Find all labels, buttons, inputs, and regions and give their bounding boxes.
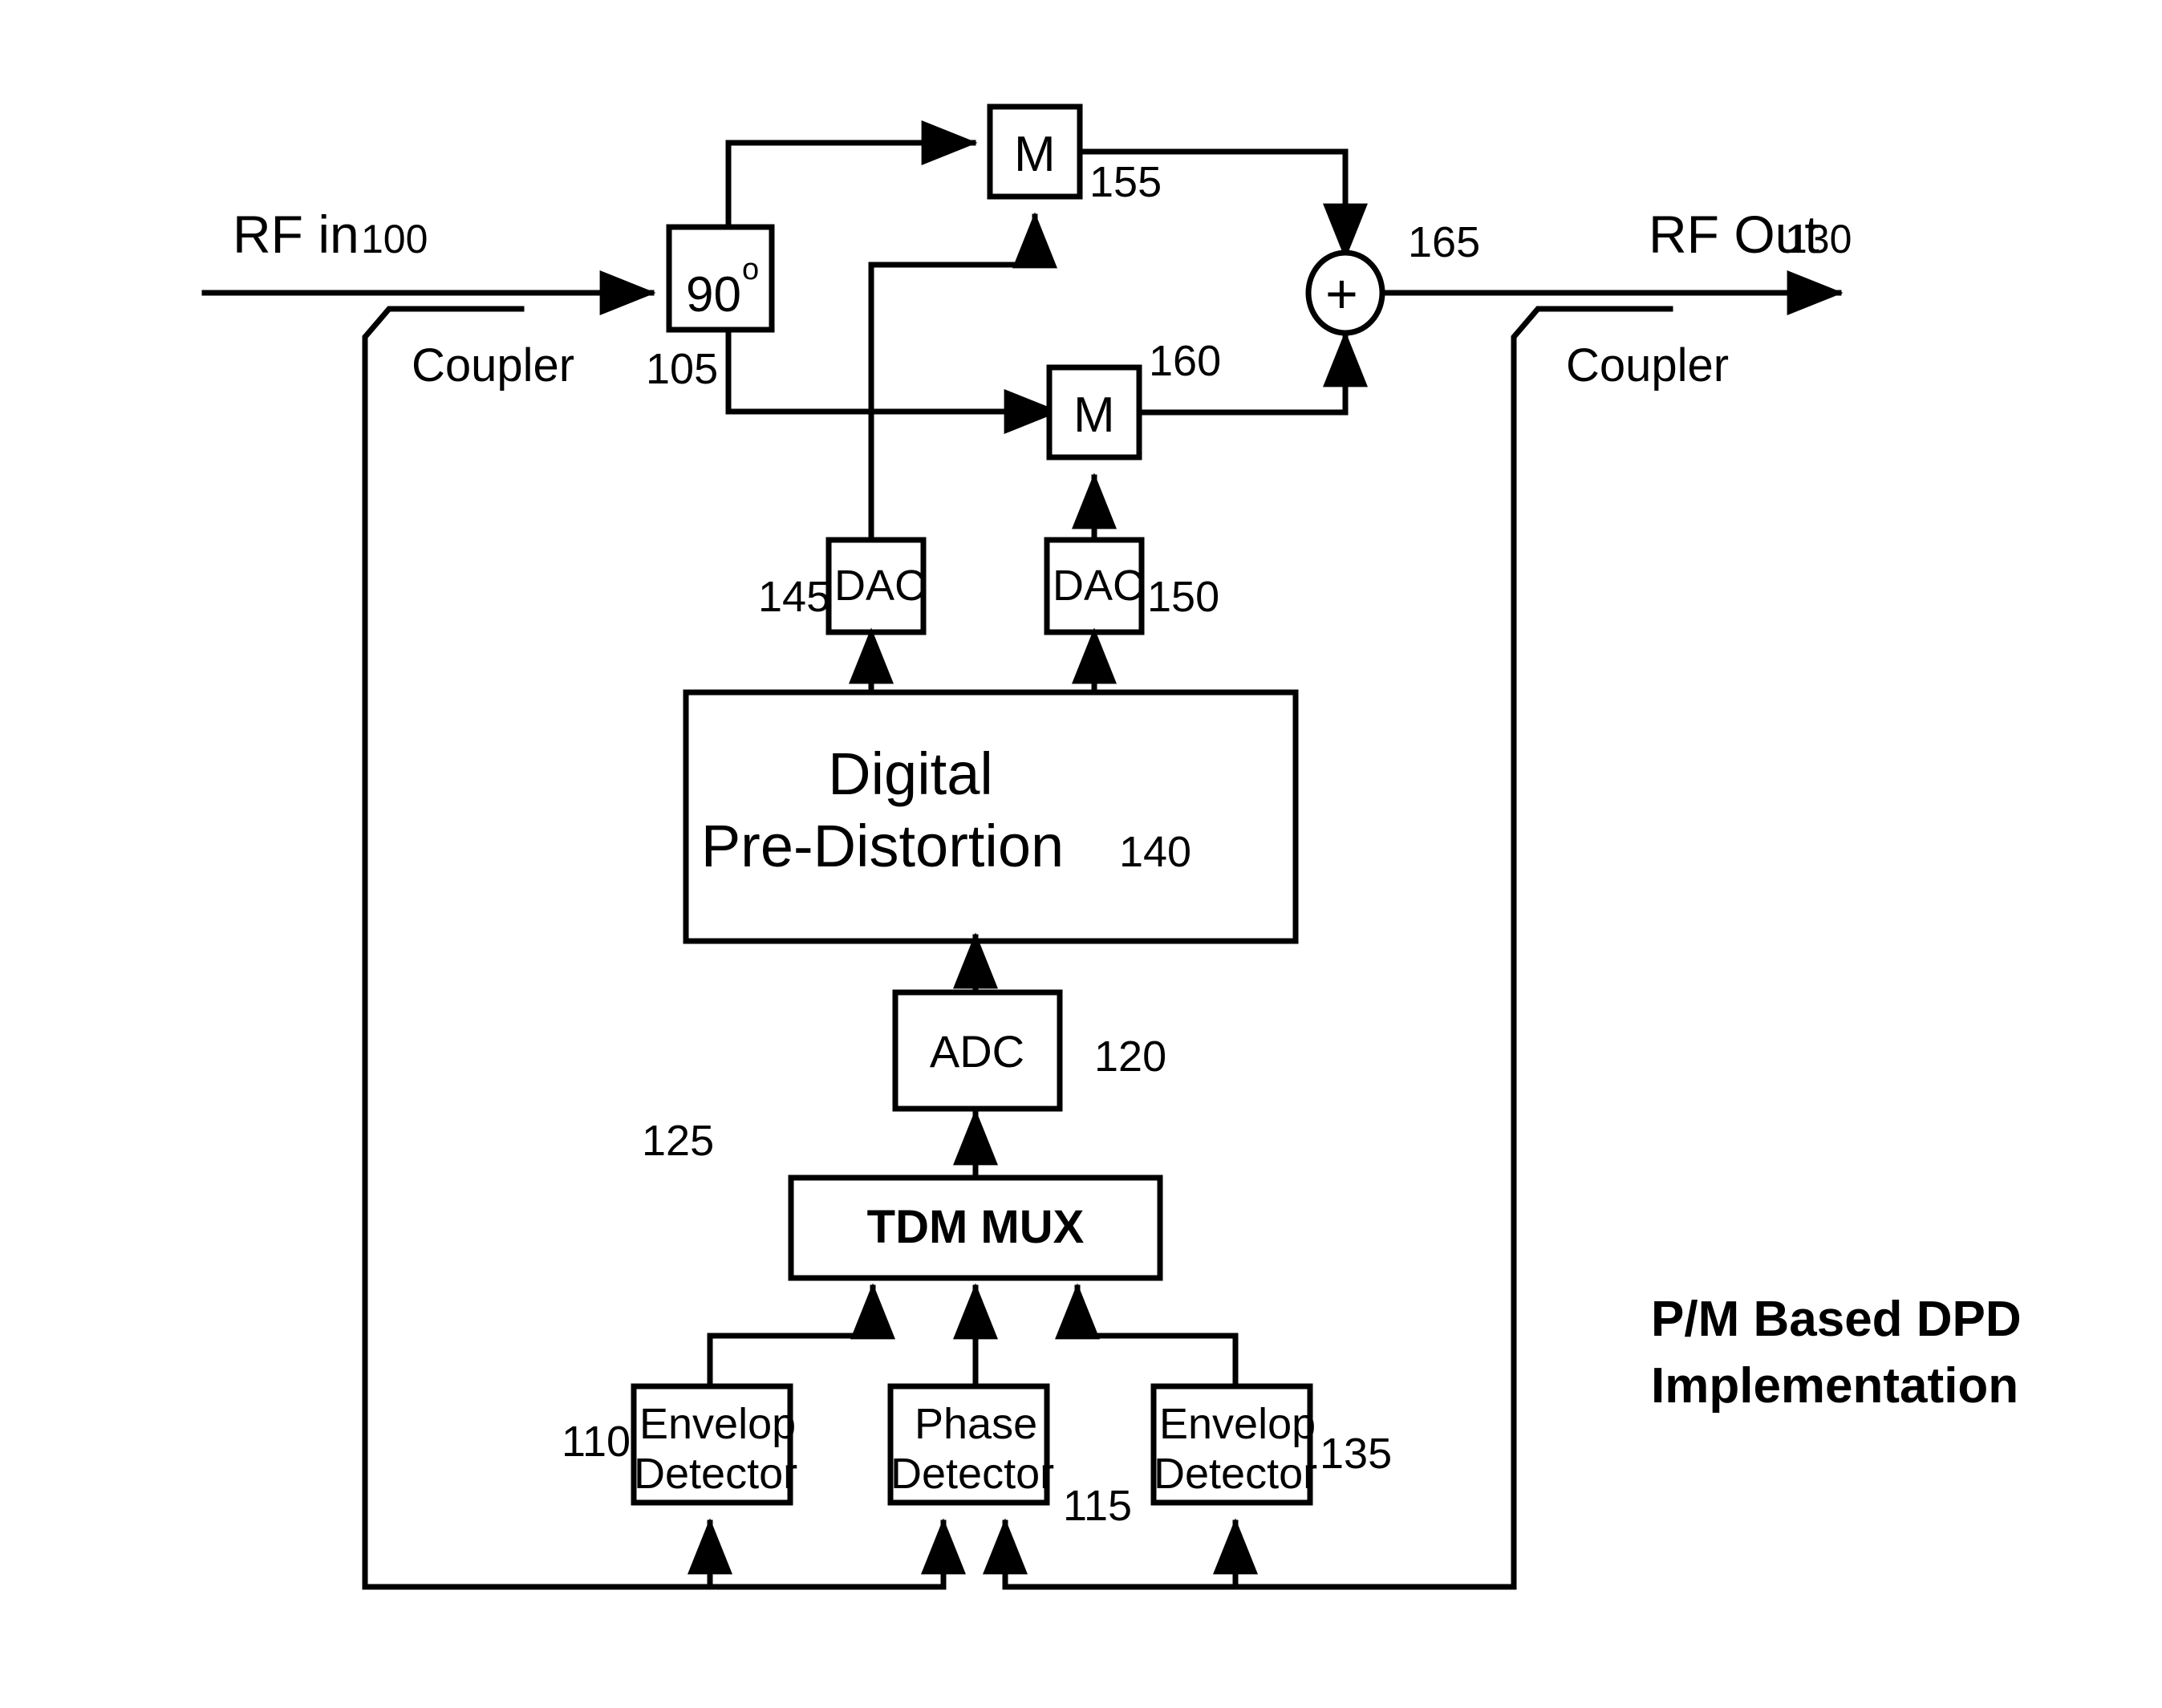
mixer-top-block: M (987, 103, 1083, 200)
summer-block: + (1305, 250, 1385, 336)
envelope-detector-right-line1: Envelop (1159, 1400, 1316, 1448)
phase-detector-line1: Phase (915, 1400, 1037, 1448)
dac-right-block: DAC (1044, 537, 1145, 635)
dac-left-label: DAC (834, 562, 926, 610)
tdm-mux-label: TDM MUX (867, 1201, 1085, 1253)
dpd-label-line2: Pre-Distortion (701, 813, 1064, 879)
hybrid-to-mixer-bottom-wire (725, 327, 1061, 434)
mixer-bottom-label: M (1073, 387, 1115, 443)
hybrid-to-mixer-top-wire (725, 120, 978, 230)
dac-left-to-mixer-top-wire (868, 212, 1057, 543)
phase-detector-block: Phase Detector (887, 1383, 1054, 1506)
hybrid-90-superscript: o (742, 253, 759, 286)
coupler-left-shape (362, 306, 525, 1590)
envelope-detector-right-block: Envelop Detector (1150, 1383, 1317, 1506)
mixer-bottom-block: M (1046, 364, 1142, 460)
feedback-bus-right (983, 1518, 1517, 1590)
figure-canvas: 90 o 105 M 155 M 160 + 165 DAC 145 DAC 1… (0, 0, 2162, 1708)
dac-left-block: DAC (825, 537, 927, 635)
dpd-label-line1: Digital (828, 740, 993, 807)
envelope-detector-right-ref: 135 (1320, 1430, 1392, 1478)
mixer-bottom-ref: 160 (1149, 337, 1221, 385)
envelope-detector-left-block: Envelop Detector (631, 1383, 797, 1506)
rf-out-ref: 130 (1785, 217, 1852, 262)
mixer-top-label: M (1014, 127, 1056, 182)
tdm-mux-ref: 125 (642, 1117, 714, 1165)
adc-label: ADC (930, 1026, 1024, 1077)
dpd-to-dacs-wires (849, 627, 1117, 696)
envelope-detector-right-line2: Detector (1154, 1450, 1317, 1498)
dac-right-ref: 150 (1147, 573, 1219, 621)
figure-caption-line2: Implementation (1651, 1358, 2018, 1414)
dac-right-label: DAC (1053, 562, 1144, 610)
envelope-detector-left-ref: 110 (562, 1418, 631, 1466)
block-diagram: 90 o 105 M 155 M 160 + 165 DAC 145 DAC 1… (201, 103, 2022, 1590)
dac-left-ref: 145 (758, 573, 830, 621)
adc-ref: 120 (1094, 1033, 1166, 1081)
mixer-top-ref: 155 (1089, 158, 1162, 206)
rf-in-label: RF in (233, 205, 359, 264)
dpd-block: Digital Pre-Distortion 140 (683, 689, 1299, 944)
coupler-right-shape (1511, 306, 1673, 1590)
summer-label: + (1325, 262, 1358, 325)
tdm-mux-block: TDM MUX (788, 1175, 1163, 1281)
feedback-bus-left (362, 1518, 966, 1590)
phase-detector-line2: Detector (890, 1450, 1054, 1498)
rf-in-ref: 100 (361, 217, 428, 262)
phase-detector-ref: 115 (1063, 1482, 1132, 1530)
hybrid-90-ref: 105 (646, 345, 718, 393)
coupler-right-label: Coupler (1566, 339, 1729, 392)
summer-ref: 165 (1408, 218, 1480, 266)
envelope-detector-left-line1: Envelop (639, 1400, 796, 1448)
dpd-ref: 140 (1119, 828, 1191, 876)
hybrid-90-label: 90 (686, 267, 741, 323)
envelope-detector-left-line2: Detector (634, 1450, 797, 1498)
adc-block: ADC (892, 989, 1063, 1112)
coupler-left-label: Coupler (412, 339, 574, 392)
figure-caption-line1: P/M Based DPD (1651, 1292, 2022, 1347)
detectors-to-mux-wires (707, 1283, 1239, 1390)
hybrid-90-block: 90 o (666, 224, 775, 333)
